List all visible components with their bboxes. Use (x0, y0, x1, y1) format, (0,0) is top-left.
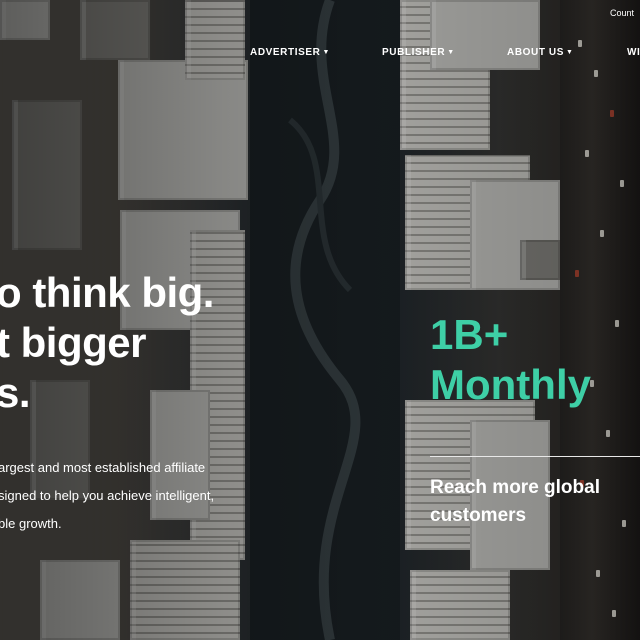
nav-item-label: ABOUT US (507, 47, 565, 58)
stat-divider (430, 456, 640, 457)
nav-item-label: PUBLISHER (382, 47, 446, 58)
hero-description: argest and most established affiliate si… (0, 454, 278, 538)
description-line: argest and most established affiliate (0, 460, 206, 475)
stat-value-line: Monthly (430, 361, 591, 408)
hero-headline: o think big. t bigger s. (0, 268, 296, 418)
headline-line: t bigger (0, 319, 147, 366)
headline-line: s. (0, 369, 31, 416)
caret-down-icon: ▼ (447, 49, 455, 56)
stat-caption: Reach more global customers (430, 474, 600, 530)
caret-down-icon: ▼ (566, 49, 574, 56)
country-selector-link[interactable]: Count (610, 8, 634, 18)
nav-item-advertiser[interactable]: ADVERTISER ▼ (250, 47, 330, 58)
description-line: signed to help you achieve intelligent, (0, 488, 215, 503)
nav-item-partial[interactable]: WI (627, 47, 640, 58)
nav-item-label: WI (627, 47, 640, 58)
nav-item-label: ADVERTISER (250, 47, 321, 58)
stat-caption-line: Reach more global (430, 477, 600, 498)
main-nav: ADVERTISER ▼ PUBLISHER ▼ ABOUT US ▼ WI (0, 47, 640, 63)
nav-item-publisher[interactable]: PUBLISHER ▼ (382, 47, 455, 58)
stat-value-line: 1B+ (430, 311, 509, 358)
stat-value: 1B+ Monthly (430, 310, 591, 410)
description-line: ble growth. (0, 516, 62, 531)
nav-item-about-us[interactable]: ABOUT US ▼ (507, 47, 574, 58)
headline-line: o think big. (0, 269, 214, 316)
caret-down-icon: ▼ (322, 49, 330, 56)
stat-caption-line: customers (430, 505, 527, 526)
